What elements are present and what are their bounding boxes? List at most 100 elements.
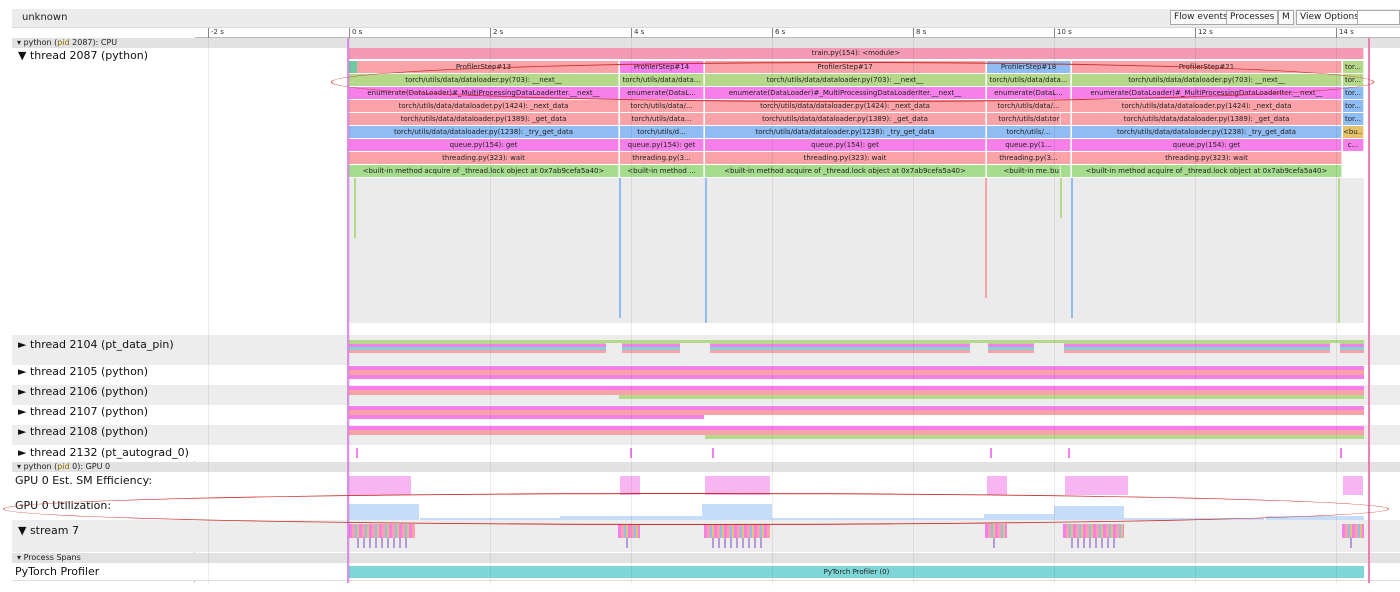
pid-word: pid [57,38,70,47]
sm-efficiency-block [987,476,1007,495]
flame-slice[interactable]: torch/utils/data/... [987,100,1071,112]
flame-slice[interactable]: torch/utils/data/dataloader.py(1389): _g… [349,113,619,125]
collapse-arrow-icon: ▾ [17,462,22,471]
time-cursor-end[interactable] [1368,38,1370,583]
flame-slice[interactable]: threading.py(323): wait [349,152,619,164]
flame-slice[interactable]: torch/utils/data/dataloader.py(1238): _t… [705,126,986,138]
thread-2106-label[interactable]: ► thread 2106 (python) [18,385,148,398]
autograd-tick [356,448,358,458]
flame-slice[interactable]: tor [1049,113,1061,125]
stream-kernel-sub [1071,538,1116,548]
m-button[interactable]: M [1278,10,1294,25]
thread-2107-label[interactable]: ► thread 2107 (python) [18,405,148,418]
pytorch-profiler-span[interactable]: PyTorch Profiler (0) [349,566,1364,578]
thread-2104-label[interactable]: ► thread 2104 (pt_data_pin) [18,338,174,351]
flame-slice[interactable]: queue.py(154): get [620,139,704,151]
flame-slice[interactable]: tor... [1343,113,1364,125]
ruler-tick: 0 s [349,28,362,38]
ruler-tick: 12 s [1195,28,1213,38]
stream-kernel-block [1342,524,1364,538]
ruler-tick: 10 s [1054,28,1072,38]
stream-kernel-sub [712,538,762,548]
gridline [1336,38,1337,583]
stream-kernel-block [1063,524,1124,538]
flame-slice[interactable]: torch/utils/data... [620,113,704,125]
flame-slice[interactable]: threading.py(323): wait [705,152,986,164]
flame-slice[interactable]: queue.py(1... [987,139,1071,151]
flame-slice-root[interactable]: train.py(154): <module> [349,48,1364,59]
ruler-tick: 2 s [490,28,503,38]
flame-slice[interactable]: tor... [1343,61,1364,73]
thread-2105-label[interactable]: ► thread 2105 (python) [18,365,148,378]
pytorch-profiler-label: PyTorch Profiler [15,565,100,578]
process-header-gpu[interactable]: ▾ python (pid 0): GPU 0 [12,462,1400,472]
ruler-tick: 14 s [1336,28,1354,38]
processes-button[interactable]: Processes [1226,10,1279,25]
flame-drip [1060,178,1062,218]
flame-slice[interactable]: <built-in method acquire of _thread.lock… [349,165,619,177]
flame-sliver [349,61,357,73]
time-ruler[interactable]: -2 s 0 s 2 s 4 s 6 s 8 s 10 s 12 s 14 s [195,28,1400,38]
stream-kernel-sub [993,538,999,548]
flame-slice[interactable]: <bu... [1343,126,1364,138]
gridline [1054,38,1055,583]
flame-slice[interactable]: <built-in method ... [620,165,704,177]
thread-2132-label[interactable]: ► thread 2132 (pt_autograd_0) [18,446,189,459]
process-spans-header[interactable]: ▾ Process Spans [12,553,1400,563]
flame-drip [705,178,707,323]
flame-idle-area [349,178,1364,323]
flame-slice[interactable]: c... [1343,139,1364,151]
flame-drip [985,178,987,298]
annotation-ellipse-gpu-util [3,493,1389,525]
flame-slice[interactable]: tor... [1343,87,1364,99]
collapse-arrow-icon: ▾ [17,553,22,562]
collapse-arrow-icon: ▾ [17,38,22,47]
flame-slice[interactable]: torch/utils/d... [620,126,704,138]
flame-slice[interactable]: <built-in method acquire of _thread.lock… [1072,165,1342,177]
flame-drip [1071,178,1073,318]
flame-slice[interactable]: queue.py(154): get [1072,139,1342,151]
flow-events-button[interactable]: Flow events [1170,10,1232,25]
flame-slice[interactable]: torch/utils/data/dataloader.py(1389): _g… [1072,113,1342,125]
gridline [349,38,350,583]
flame-slice[interactable]: threading.py(3... [620,152,704,164]
gridline [490,38,491,583]
ruler-tick: 8 s [913,28,926,38]
stream-kernel-block [704,524,770,538]
thread-2087-label[interactable]: ▼ thread 2087 (python) [18,49,148,62]
flame-slice[interactable]: torch/utils/data/dataloader.py(1238): _t… [349,126,619,138]
view-options-button[interactable]: View Options [1296,10,1363,25]
autograd-tick [990,448,992,458]
gridline [631,38,632,583]
flame-slice[interactable]: <built-in method acquire of _thread.lock… [705,165,986,177]
stream-7-label[interactable]: ▼ stream 7 [18,524,79,537]
flame-slice[interactable]: torch/utils/data/dataloader.py(1238): _t… [1072,126,1342,138]
sm-efficiency-block [1065,476,1128,495]
process-label: python ( [23,462,58,471]
flame-slice[interactable]: torch/utils/data/... [620,100,704,112]
gridline [208,38,209,583]
thread-bar [349,375,1364,379]
flame-slice[interactable]: torch/utils/data/dataloader.py(1424): _n… [349,100,619,112]
flame-slice[interactable]: bu [1049,165,1061,177]
sm-efficiency-label: GPU 0 Est. SM Efficiency: [15,474,153,487]
process-header-cpu[interactable]: ▾ python (pid 2087): CPU [12,38,1400,48]
gridline [913,38,914,583]
thread-2104-bar [349,350,1364,353]
flame-slice[interactable]: torch/utils/data/dataloader.py(1424): _n… [1072,100,1342,112]
flame-slice[interactable]: queue.py(154): get [349,139,619,151]
thread-2104-gap [1034,343,1064,359]
autograd-tick [1068,448,1070,458]
flame-slice[interactable]: tor... [1343,100,1364,112]
flame-slice[interactable]: torch/utils/... [987,126,1071,138]
thread-2108-label[interactable]: ► thread 2108 (python) [18,425,148,438]
flame-slice[interactable]: threading.py(323): wait [1072,152,1342,164]
process-label: python ( [23,38,58,47]
flame-slice[interactable]: torch/utils/data/dataloader.py(1389): _g… [705,113,986,125]
flame-slice[interactable]: queue.py(154): get [705,139,986,151]
stream-kernel-sub [357,538,407,548]
autograd-tick [1340,448,1342,458]
flame-slice[interactable]: threading.py(3... [987,152,1071,164]
sm-efficiency-block [349,476,411,495]
search-input[interactable] [1357,10,1400,25]
